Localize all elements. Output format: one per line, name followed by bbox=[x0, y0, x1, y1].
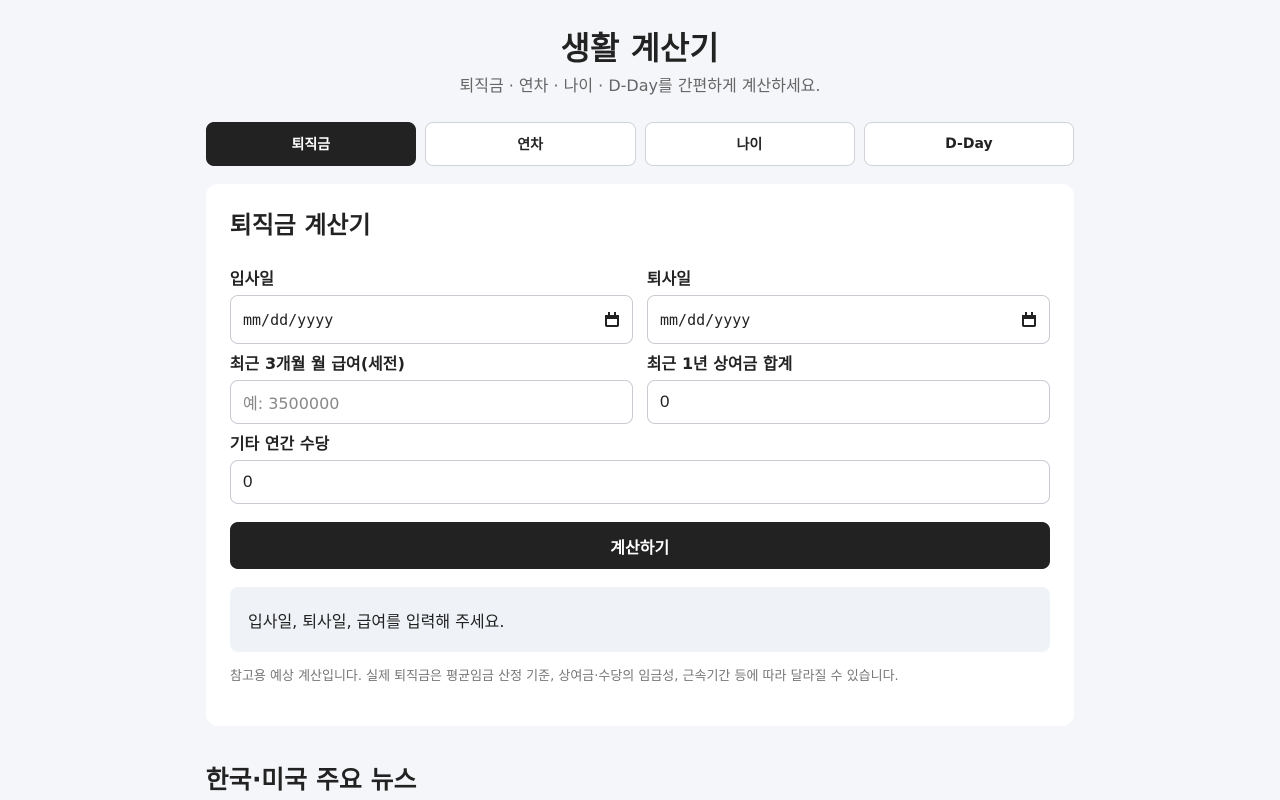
tab-dday[interactable]: D-Day bbox=[863, 122, 1074, 166]
calculator-tabs: 퇴직금 연차 나이 D-Day bbox=[206, 122, 1074, 166]
salary-group: 최근 3개월 월 급여(세전) 예: 3500000 bbox=[230, 353, 633, 424]
start-date-placeholder: mm/dd/yyyy bbox=[243, 310, 334, 329]
bonus-value: 0 bbox=[660, 392, 670, 411]
card-title: 퇴직금 계산기 bbox=[230, 211, 371, 239]
salary-placeholder: 예: 3500000 bbox=[243, 394, 340, 413]
start-date-group: 입사일 mm/dd/yyyy bbox=[230, 268, 633, 344]
bonus-label: 최근 1년 상여금 합계 bbox=[647, 354, 793, 373]
severance-calculator-card: 퇴직금 계산기 입사일 mm/dd/yyyy 퇴사일 mm/dd/yyyy 최근… bbox=[206, 184, 1074, 726]
result-text: 입사일, 퇴사일, 급여를 입력해 주세요. bbox=[248, 611, 505, 631]
page-subtitle: 퇴직금 · 연차 · 나이 · D-Day를 간편하게 계산하세요. bbox=[459, 76, 821, 95]
start-date-label: 입사일 bbox=[230, 269, 275, 288]
allowance-value: 0 bbox=[243, 472, 253, 491]
calendar-icon[interactable] bbox=[1021, 311, 1037, 328]
calculate-button[interactable]: 계산하기 bbox=[230, 522, 1050, 569]
result-box: 입사일, 퇴사일, 급여를 입력해 주세요. bbox=[230, 587, 1050, 652]
allowance-group: 기타 연간 수당 0 bbox=[230, 433, 1050, 504]
end-date-placeholder: mm/dd/yyyy bbox=[660, 310, 751, 329]
start-date-input[interactable]: mm/dd/yyyy bbox=[230, 295, 633, 344]
end-date-group: 퇴사일 mm/dd/yyyy bbox=[647, 268, 1050, 344]
end-date-label: 퇴사일 bbox=[647, 269, 692, 288]
pay-row: 최근 3개월 월 급여(세전) 예: 3500000 최근 1년 상여금 합계 … bbox=[230, 353, 1050, 424]
tab-severance[interactable]: 퇴직금 bbox=[206, 122, 417, 166]
bonus-input[interactable]: 0 bbox=[647, 380, 1050, 424]
calendar-icon[interactable] bbox=[604, 311, 620, 328]
tab-annual-leave[interactable]: 연차 bbox=[425, 122, 636, 166]
news-section-title: 한국·미국 주요 뉴스 bbox=[206, 765, 417, 794]
disclaimer-note: 참고용 예상 계산입니다. 실제 퇴직금은 평균임금 산정 기준, 상여금·수당… bbox=[230, 669, 899, 684]
allowance-input[interactable]: 0 bbox=[230, 460, 1050, 504]
page-title: 생활 계산기 bbox=[560, 29, 720, 67]
end-date-input[interactable]: mm/dd/yyyy bbox=[647, 295, 1050, 344]
bonus-group: 최근 1년 상여금 합계 0 bbox=[647, 353, 1050, 424]
page-container: 생활 계산기 퇴직금 · 연차 · 나이 · D-Day를 간편하게 계산하세요… bbox=[206, 0, 1074, 796]
salary-label: 최근 3개월 월 급여(세전) bbox=[230, 354, 405, 373]
allowance-label: 기타 연간 수당 bbox=[230, 434, 330, 453]
salary-input[interactable]: 예: 3500000 bbox=[230, 380, 633, 424]
tab-age[interactable]: 나이 bbox=[644, 122, 855, 166]
date-row: 입사일 mm/dd/yyyy 퇴사일 mm/dd/yyyy bbox=[230, 268, 1050, 344]
